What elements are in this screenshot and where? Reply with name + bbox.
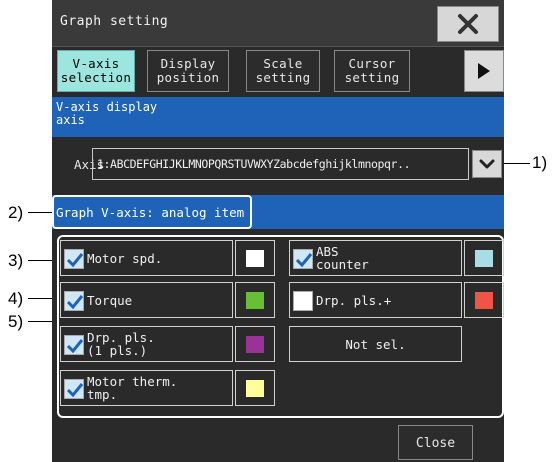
close-button[interactable]: Close	[398, 425, 473, 460]
graph-setting-dialog: Graph setting V-axis selection Display p…	[52, 0, 504, 462]
color-swatch	[246, 380, 264, 397]
close-button-label: Close	[415, 436, 456, 451]
item-label: Drp. pls. (1 pls.)	[87, 330, 155, 358]
dialog-title: Graph setting	[60, 14, 169, 29]
checkbox-checked-icon	[64, 291, 84, 311]
color-swatch	[246, 250, 264, 267]
next-tab-button[interactable]	[464, 50, 504, 92]
graph-v-axis-label: Graph V-axis: analog item	[52, 195, 252, 229]
tab-cursor-setting[interactable]: Cursor setting	[334, 50, 410, 92]
item-not-selected[interactable]: Not sel.	[289, 326, 462, 362]
tab-label: Cursor setting	[344, 56, 400, 85]
color-button-torque[interactable]	[235, 282, 275, 318]
color-button-drp-pls-1[interactable]	[235, 326, 275, 362]
callout-2-leader	[28, 212, 52, 213]
section-header: V-axis display axis	[52, 97, 504, 137]
close-x-button[interactable]	[437, 6, 499, 42]
color-swatch	[246, 292, 264, 309]
color-swatch	[475, 292, 493, 309]
checkbox-checked-icon	[64, 379, 84, 399]
item-label: Motor therm. tmp.	[87, 374, 178, 402]
tab-v-axis-selection[interactable]: V-axis selection	[57, 50, 135, 92]
item-abs-counter[interactable]: ABS counter	[289, 240, 462, 276]
callout-1: 1)	[532, 153, 548, 172]
checkbox-unchecked-icon	[293, 291, 313, 311]
checkbox-checked-icon	[293, 249, 313, 269]
subheader-text: Graph V-axis: analog item	[56, 205, 245, 220]
callout-5: 5)	[8, 312, 24, 331]
chevron-down-icon	[479, 159, 495, 169]
tab-display-position[interactable]: Display position	[147, 50, 229, 92]
color-button-drp-pls-plus[interactable]	[464, 282, 504, 318]
tab-label: V-axis selection	[60, 56, 132, 85]
section-header-text: V-axis display axis	[56, 100, 158, 127]
play-right-icon	[478, 63, 490, 79]
item-motor-therm-tmp[interactable]: Motor therm. tmp.	[60, 370, 233, 406]
axis-dropdown-button[interactable]	[472, 150, 502, 178]
item-label: Motor spd.	[87, 251, 163, 266]
callout-2: 2)	[8, 203, 24, 222]
tab-scale-setting[interactable]: Scale setting	[246, 50, 320, 92]
axis-select-field[interactable]: 1:ABCDEFGHIJKLMNOPQRSTUVWXYZabcdefghijkl…	[92, 148, 469, 180]
color-swatch	[475, 250, 493, 267]
color-button-motor-therm-tmp[interactable]	[235, 370, 275, 406]
item-motor-spd[interactable]: Motor spd.	[60, 240, 233, 276]
checkbox-checked-icon	[64, 249, 84, 269]
item-drp-pls-plus[interactable]: Drp. pls.+	[289, 282, 462, 318]
color-button-motor-spd[interactable]	[235, 240, 275, 276]
item-label: Torque	[87, 293, 133, 308]
close-x-icon	[458, 14, 478, 34]
item-label: Not sel.	[345, 337, 406, 352]
tab-label: Display position	[156, 56, 220, 85]
item-drp-pls-1[interactable]: Drp. pls. (1 pls.)	[60, 326, 233, 362]
axis-value: 1:ABCDEFGHIJKLMNOPQRSTUVWXYZabcdefghijkl…	[97, 157, 411, 171]
callout-4: 4)	[8, 289, 24, 308]
title-bar: Graph setting	[52, 0, 504, 47]
callout-3: 3)	[8, 251, 24, 270]
item-label: ABS counter	[316, 244, 369, 272]
color-button-abs-counter[interactable]	[464, 240, 504, 276]
item-torque[interactable]: Torque	[60, 282, 233, 318]
color-swatch	[246, 336, 264, 353]
checkbox-checked-icon	[64, 335, 84, 355]
item-label: Drp. pls.+	[316, 293, 392, 308]
tab-label: Scale setting	[255, 56, 311, 85]
